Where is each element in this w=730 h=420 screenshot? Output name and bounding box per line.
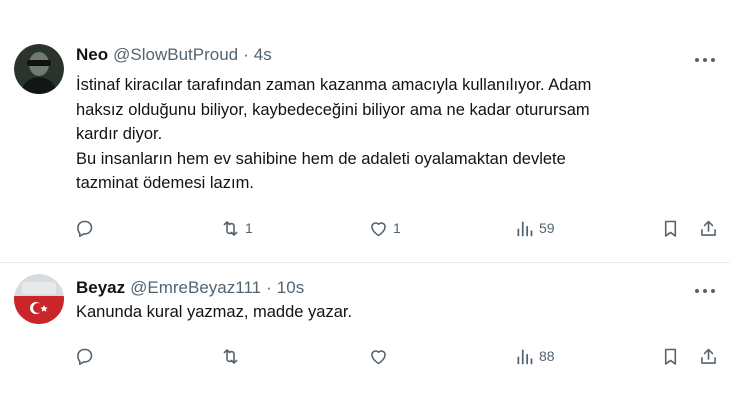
- retweet-count: 1: [245, 220, 253, 236]
- reply-button[interactable]: [74, 214, 95, 242]
- tweet-text-line: tazminat ödemesi lazım.: [76, 174, 254, 192]
- timestamp[interactable]: 4s: [254, 45, 272, 65]
- views-button[interactable]: 88: [514, 342, 555, 370]
- tweet[interactable]: Neo @SlowButProud · 4s İstinaf kiracılar…: [0, 0, 730, 262]
- action-bar: 1 1 59: [72, 214, 722, 242]
- tweet-header: Beyaz @EmreBeyaz111 · 10s: [76, 276, 690, 300]
- views-count: 59: [539, 220, 555, 236]
- separator: ·: [266, 278, 272, 297]
- views-button[interactable]: 59: [514, 214, 555, 242]
- like-count: 1: [393, 220, 401, 236]
- views-count: 88: [539, 348, 555, 364]
- action-bar: 88: [72, 342, 722, 370]
- share-button[interactable]: [698, 342, 719, 370]
- tweet-text-line: haksız olduğunu biliyor, kaybedeceğini b…: [76, 100, 590, 119]
- tweet-text: Kanunda kural yazmaz, madde yazar.: [76, 300, 710, 325]
- separator: ·: [243, 45, 249, 64]
- bookmark-button[interactable]: [660, 342, 681, 370]
- timeline: Neo @SlowButProud · 4s İstinaf kiracılar…: [0, 0, 730, 420]
- timestamp[interactable]: 10s: [277, 278, 304, 298]
- tweet-text-line: İstinaf kiracılar tarafından zaman kazan…: [76, 76, 592, 94]
- tweet-text-line: Kanunda kural yazmaz, madde yazar.: [76, 303, 353, 321]
- like-icon: [371, 349, 386, 364]
- reply-icon: [77, 220, 93, 237]
- tweet-text-line: kardır diyor.: [76, 125, 163, 143]
- avatar[interactable]: [14, 44, 64, 94]
- tweet-text-line: Bu insanların hem ev sahibine hem de ada…: [76, 149, 566, 168]
- more-icon[interactable]: [694, 282, 716, 293]
- bookmark-icon: [664, 348, 677, 365]
- retweet-button[interactable]: [220, 342, 241, 370]
- user-handle[interactable]: @EmreBeyaz111: [130, 278, 261, 298]
- bookmark-button[interactable]: [660, 214, 681, 242]
- share-button[interactable]: [698, 214, 719, 242]
- tweet[interactable]: Beyaz @EmreBeyaz111 · 10s Kanunda kural …: [0, 263, 730, 420]
- retweet-icon: [223, 348, 238, 364]
- tweet-header: Neo @SlowButProud · 4s: [76, 43, 690, 67]
- more-icon[interactable]: [694, 51, 716, 62]
- avatar[interactable]: [14, 274, 64, 324]
- views-icon: [517, 221, 533, 236]
- reply-button[interactable]: [74, 342, 95, 370]
- share-icon: [701, 220, 716, 236]
- retweet-button[interactable]: 1: [220, 214, 253, 242]
- like-icon: [371, 221, 386, 236]
- like-button[interactable]: 1: [368, 214, 401, 242]
- views-icon: [517, 349, 533, 364]
- user-handle[interactable]: @SlowButProud: [113, 45, 238, 65]
- bookmark-icon: [664, 220, 677, 237]
- like-button[interactable]: [368, 342, 389, 370]
- tweet-text: İstinaf kiracılar tarafından zaman kazan…: [76, 73, 710, 196]
- retweet-icon: [223, 220, 238, 236]
- display-name[interactable]: Neo: [76, 45, 108, 65]
- reply-icon: [77, 348, 93, 365]
- share-icon: [701, 348, 716, 364]
- display-name[interactable]: Beyaz: [76, 278, 125, 298]
